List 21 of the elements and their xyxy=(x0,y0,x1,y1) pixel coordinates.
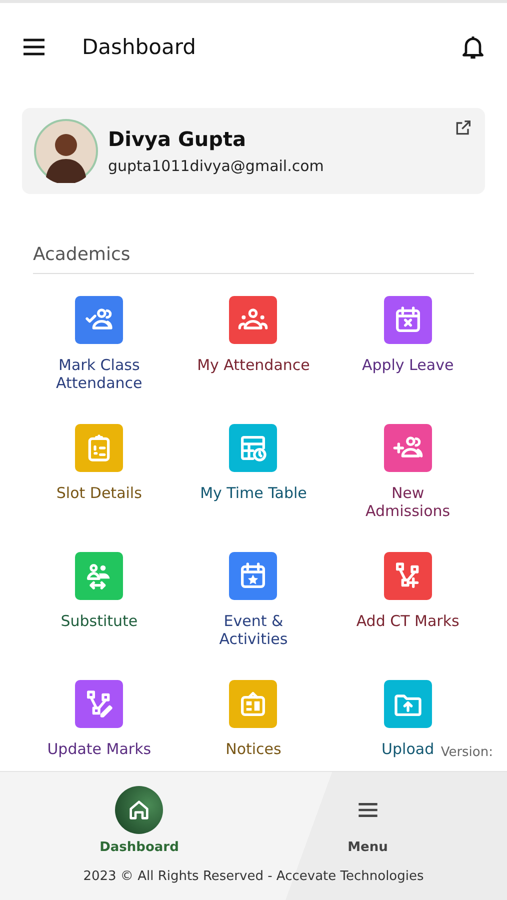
menu-tile[interactable]: New Admissions xyxy=(348,424,468,528)
menu-tile[interactable]: Substitute xyxy=(60,552,138,656)
nav-tab[interactable]: Menu xyxy=(298,786,438,855)
version-label: Version: xyxy=(440,745,493,760)
avatar xyxy=(34,119,98,183)
menu-tile[interactable]: Apply Leave xyxy=(362,296,454,400)
section-title: Academics xyxy=(33,244,474,274)
profile-email: gupta1011divya@gmail.com xyxy=(108,157,325,175)
menu-tile[interactable]: My Time Table xyxy=(200,424,307,528)
profile-name: Divya Gupta xyxy=(108,127,248,151)
menu-tile[interactable]: Mark Class Attendance xyxy=(40,296,159,400)
copyright-text: 2023 © All Rights Reserved - Accevate Technologies xyxy=(82,869,425,884)
nav-tab[interactable]: Dashboard xyxy=(69,786,210,855)
menu-tile[interactable]: Add CT Marks xyxy=(356,552,460,656)
menu-tile[interactable]: My Attendance xyxy=(197,296,310,400)
menu-tile[interactable]: Notices xyxy=(226,680,282,771)
menu-tile[interactable]: Slot Details xyxy=(56,424,142,528)
page-title: Dashboard xyxy=(82,34,197,58)
menu-tile[interactable]: Event & Activities xyxy=(194,552,313,656)
menu-tile[interactable]: Update Marks xyxy=(47,680,152,771)
menu-tile[interactable]: Upload xyxy=(382,680,434,771)
